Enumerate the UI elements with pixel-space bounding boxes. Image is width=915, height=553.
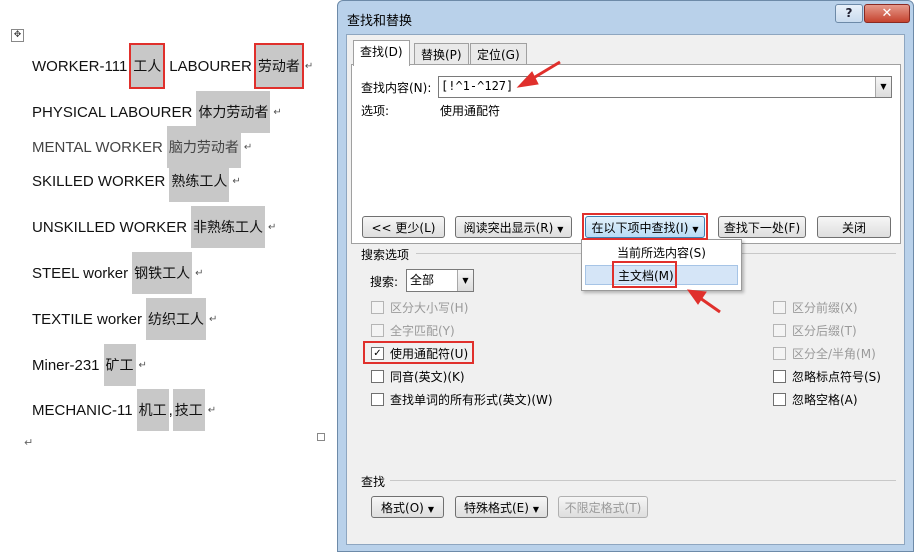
annotation-arrows <box>516 60 721 314</box>
tab-find[interactable]: 查找(D) <box>353 40 410 66</box>
